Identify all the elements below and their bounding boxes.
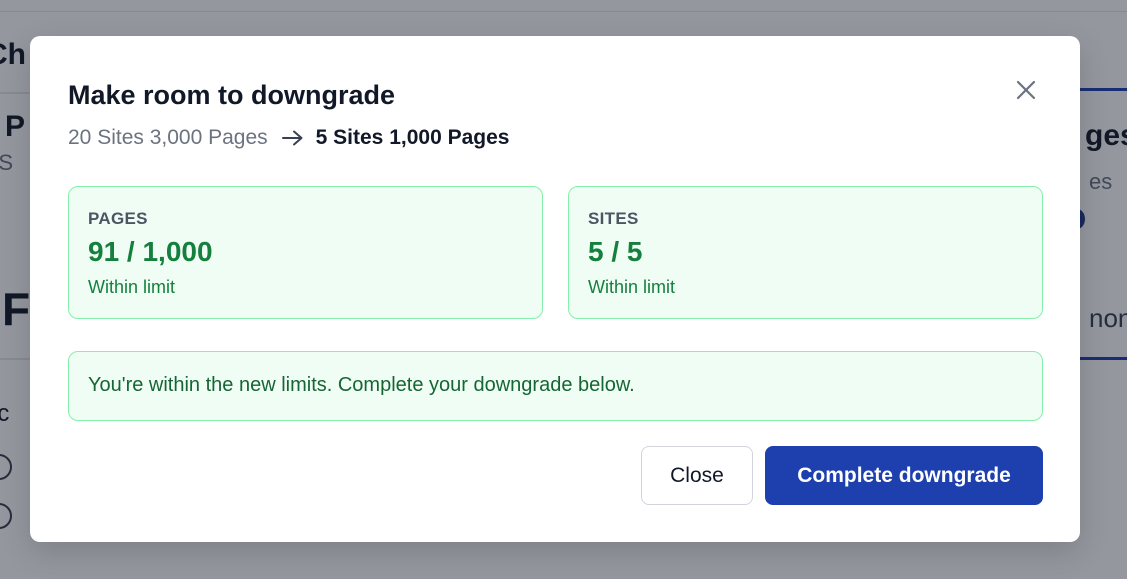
arrow-right-icon [281,130,304,146]
sites-usage-card: SITES 5 / 5 Within limit [568,186,1043,319]
close-icon[interactable] [1012,76,1040,104]
notice-text: You're within the new limits. Complete y… [88,374,635,396]
pages-value: 91 / 1,000 [88,236,213,267]
current-plan: 20 Sites 3,000 Pages [68,126,268,149]
sites-status: Within limit [588,277,676,297]
pages-status: Within limit [88,277,176,297]
sites-value: 5 / 5 [588,236,643,267]
limits-notice: You're within the new limits. Complete y… [68,351,1043,421]
downgrade-modal: Make room to downgrade 20 Sites 3,000 Pa… [30,36,1080,542]
pages-label: PAGES [88,209,148,228]
pages-usage-card: PAGES 91 / 1,000 Within limit [68,186,543,319]
sites-label: SITES [588,209,639,228]
plan-change-summary: 20 Sites 3,000 Pages 5 Sites 1,000 Pages [68,126,509,150]
complete-downgrade-button[interactable]: Complete downgrade [765,446,1043,505]
target-plan: 5 Sites 1,000 Pages [315,126,510,149]
modal-title: Make room to downgrade [68,80,396,110]
close-button[interactable]: Close [641,446,753,505]
